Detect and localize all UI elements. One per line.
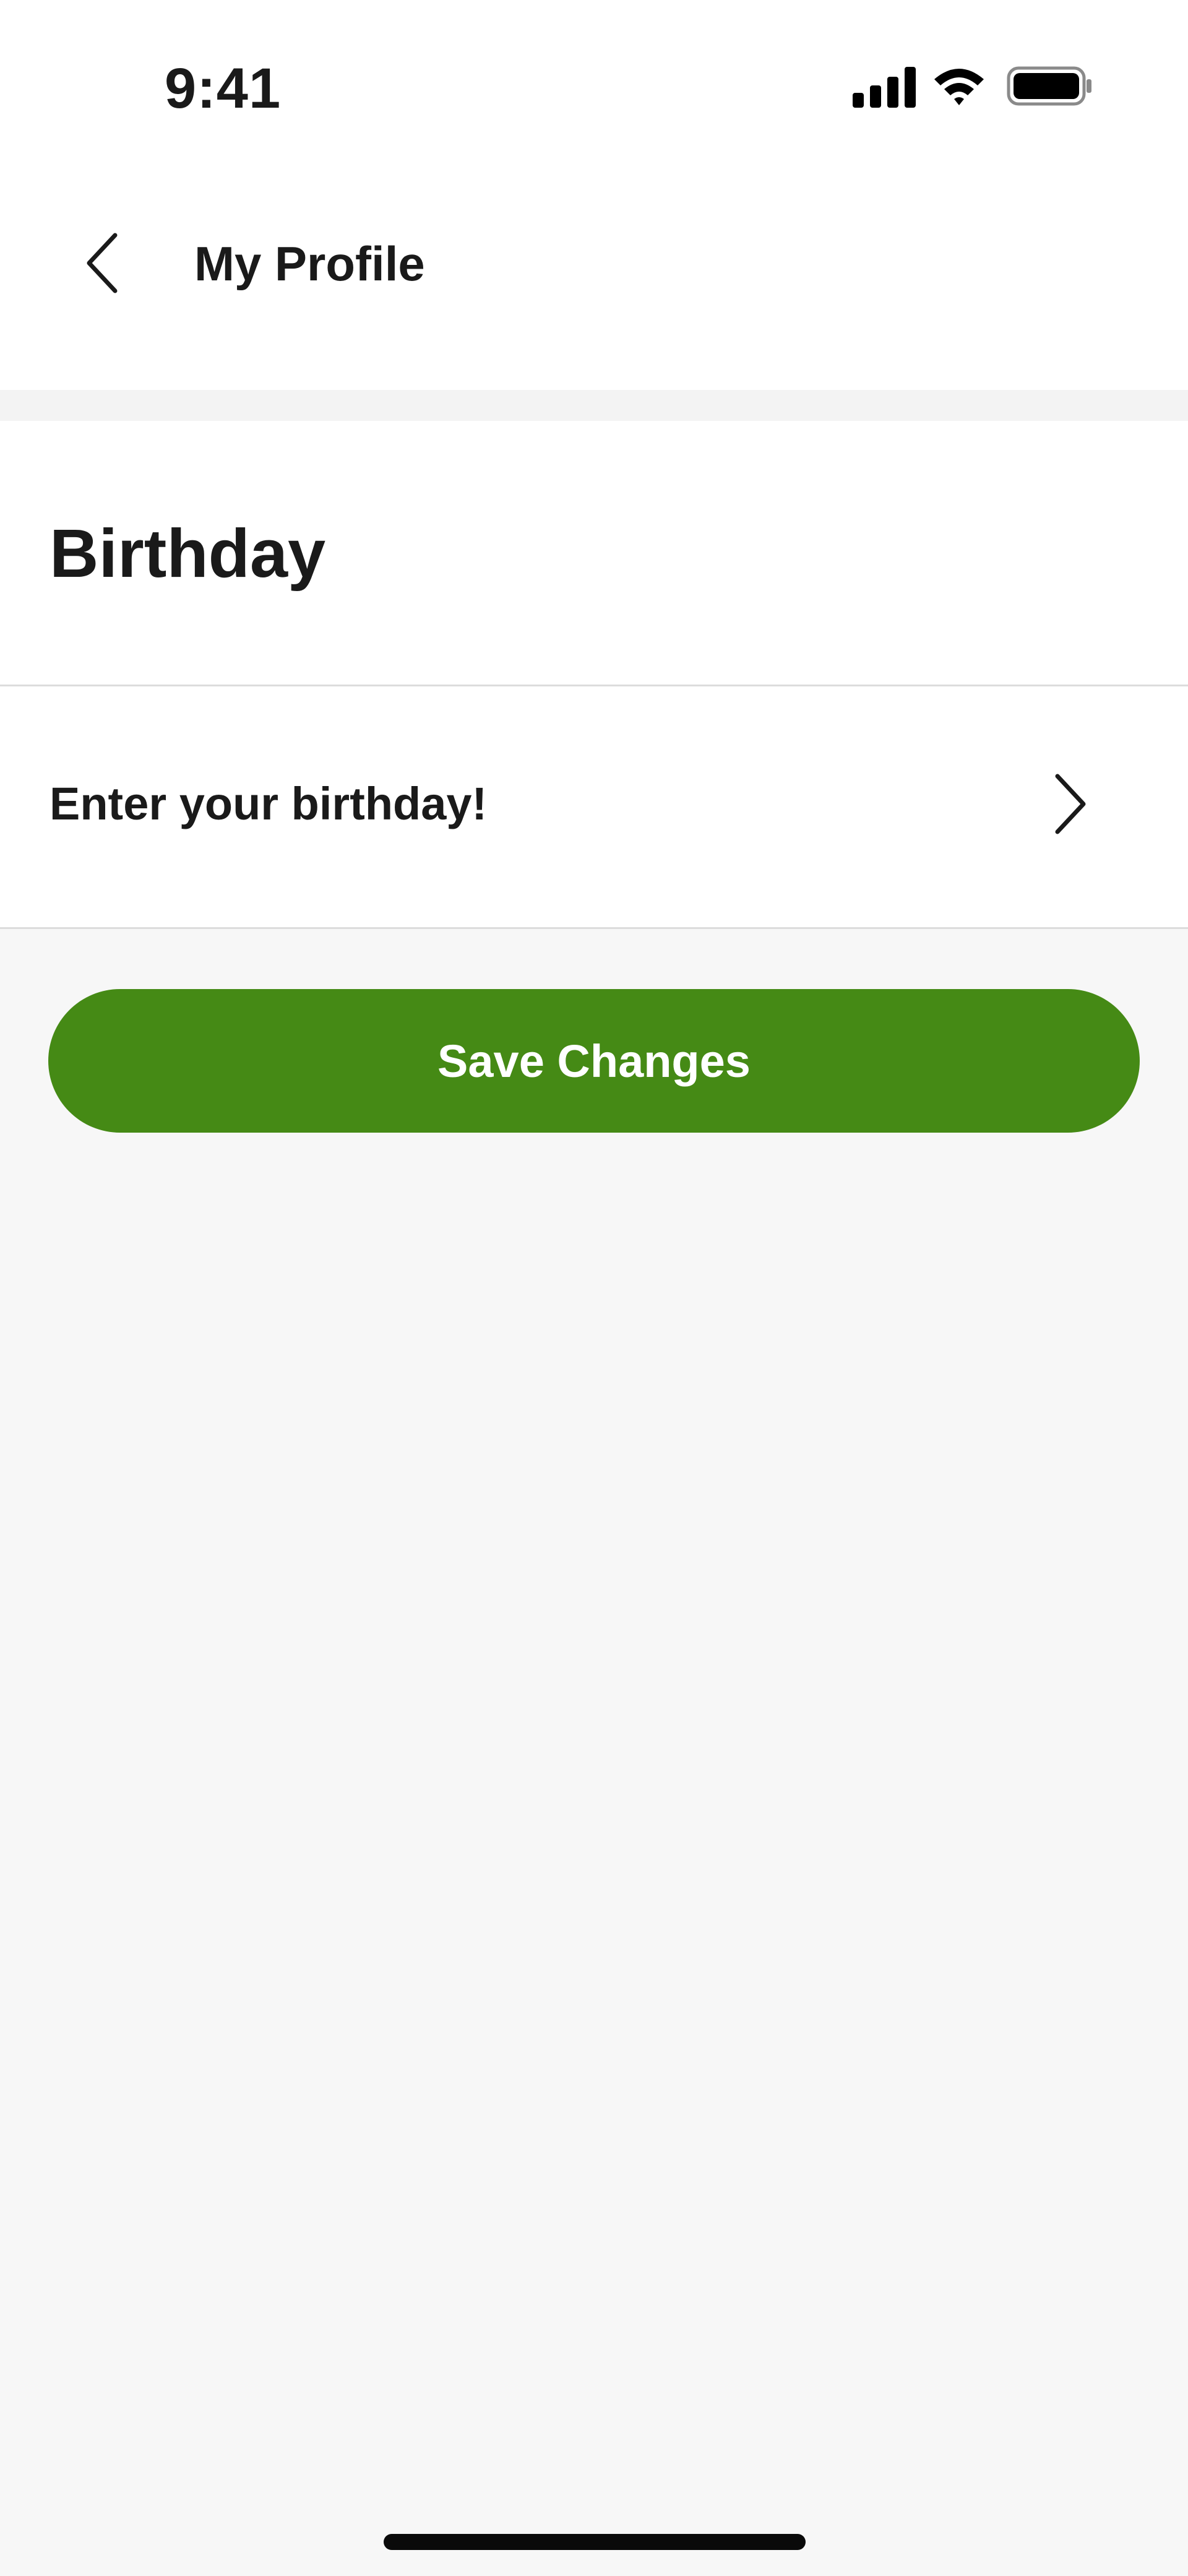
navigation-bar: My Profile: [0, 149, 1188, 390]
status-bar: 9:41: [0, 0, 1188, 149]
save-changes-button[interactable]: Save Changes: [48, 989, 1140, 1133]
back-button[interactable]: [68, 223, 136, 303]
status-indicators: [853, 66, 1091, 108]
battery-icon: [1007, 66, 1091, 106]
birthday-row-label: Enter your birthday!: [50, 778, 488, 829]
home-indicator: [384, 2534, 806, 2550]
wifi-icon: [934, 69, 984, 105]
chevron-left-icon: [87, 233, 118, 293]
status-time: 9:41: [165, 57, 282, 120]
cellular-signal-icon: [853, 67, 916, 108]
section-title: Birthday: [50, 516, 326, 592]
birthday-section: Birthday Enter your birthday!: [0, 421, 1188, 929]
status-icons: [848, 62, 1095, 111]
chevron-right-icon: [1040, 761, 1101, 847]
birthday-row[interactable]: Enter your birthday!: [0, 686, 1188, 927]
section-spacer: [0, 390, 1188, 421]
page-title: My Profile: [194, 236, 425, 291]
